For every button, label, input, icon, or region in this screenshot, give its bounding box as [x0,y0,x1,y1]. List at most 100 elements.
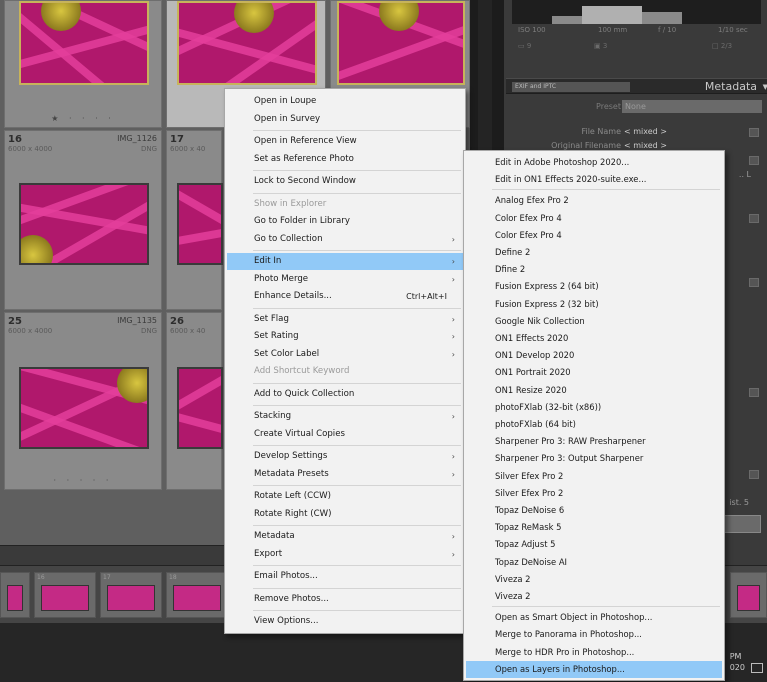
histogram[interactable] [512,0,761,24]
photo-thumbnail[interactable] [337,1,465,85]
field-action-icon[interactable] [749,388,759,397]
cell-header: 26 6000 x 40 [167,313,221,339]
submenu-item-topaz-denoise-ai[interactable]: Topaz DeNoise AI [466,554,722,571]
submenu-item-fusion-express-2-64-bit[interactable]: Fusion Express 2 (64 bit) [466,278,722,295]
menu-item-add-to-quick-collection[interactable]: Add to Quick Collection [227,386,463,403]
submenu-item-photofxlab-64-bit[interactable]: photoFXlab (64 bit) [466,416,722,433]
submenu-item-fusion-express-2-32-bit[interactable]: Fusion Express 2 (32 bit) [466,296,722,313]
star-rating[interactable]: ★ · · · · [5,114,161,123]
field-action-icon[interactable] [749,470,759,479]
menu-item-label: Open in Survey [254,113,321,124]
submenu-item-edit-in-adobe-photoshop-2020[interactable]: Edit in Adobe Photoshop 2020... [466,154,722,171]
menu-item-view-options[interactable]: View Options... [227,613,463,630]
submenu-item-define-2[interactable]: Define 2 [466,244,722,261]
filmstrip-thumb[interactable] [730,572,767,618]
filmstrip-thumb[interactable]: 17 [100,572,162,618]
menu-item-go-to-folder-in-library[interactable]: Go to Folder in Library [227,213,463,230]
menu-item-lock-to-second-window[interactable]: Lock to Second Window [227,173,463,190]
menu-item-export[interactable]: Export › [227,546,463,563]
menu-separator [253,307,461,309]
submenu-arrow-icon: › [451,234,455,244]
submenu-item-sharpener-pro-3-raw-presharpener[interactable]: Sharpener Pro 3: RAW Presharpener [466,433,722,450]
photo-thumbnail[interactable] [177,1,317,85]
notification-icon[interactable] [751,663,763,673]
menu-separator [253,525,461,526]
submenu-item-edit-in-on1-effects-2020-suite-exe[interactable]: Edit in ON1 Effects 2020-suite.exe... [466,171,722,188]
field-action-icon[interactable] [749,278,759,287]
filmstrip-thumb[interactable] [0,572,30,618]
grid-cell[interactable]: ★ · · · · [4,0,162,128]
menu-item-metadata-presets[interactable]: Metadata Presets › [227,466,463,483]
submenu-item-on1-resize-2020[interactable]: ON1 Resize 2020 [466,382,722,399]
metadata-panel-header[interactable]: EXIF and IPTC Metadata ▼ [506,78,767,94]
menu-item-rotate-left-ccw[interactable]: Rotate Left (CCW) [227,488,463,505]
menu-item-develop-settings[interactable]: Develop Settings › [227,448,463,465]
menu-item-create-virtual-copies[interactable]: Create Virtual Copies [227,426,463,443]
submenu-item-color-efex-pro-4[interactable]: Color Efex Pro 4 [466,210,722,227]
submenu-arrow-icon: › [451,274,455,284]
submenu-item-dfine-2[interactable]: Dfine 2 [466,261,722,278]
submenu-item-topaz-remask-5[interactable]: Topaz ReMask 5 [466,519,722,536]
menu-item-edit-in[interactable]: Edit In › [227,253,463,270]
taskbar-clock[interactable]: PM 020 [730,651,745,673]
menu-item-rotate-right-cw[interactable]: Rotate Right (CW) [227,506,463,523]
menu-item-email-photos[interactable]: Email Photos... [227,568,463,585]
menu-item-enhance-details[interactable]: Enhance Details... Ctrl+Alt+I [227,288,463,305]
submenu-item-viveza-2[interactable]: Viveza 2 [466,571,722,588]
menu-item-photo-merge[interactable]: Photo Merge › [227,271,463,288]
menu-item-set-rating[interactable]: Set Rating › [227,328,463,345]
photo-thumbnail[interactable] [19,1,149,85]
field-action-icon[interactable] [749,128,759,137]
menu-item-remove-photos[interactable]: Remove Photos... [227,591,463,608]
cell-filetype: DNG [140,145,157,153]
preset-select[interactable]: None [622,100,762,113]
star-rating[interactable]: · · · · · [5,476,161,485]
metadata-set-select[interactable]: EXIF and IPTC [512,82,630,92]
menu-item-label: Rotate Left (CCW) [254,491,331,501]
submenu-item-on1-effects-2020[interactable]: ON1 Effects 2020 [466,330,722,347]
menu-item-set-color-label[interactable]: Set Color Label › [227,346,463,363]
submenu-item-on1-develop-2020[interactable]: ON1 Develop 2020 [466,347,722,364]
menu-separator [253,192,461,194]
menu-item-label: Photo Merge [254,273,309,284]
submenu-item-analog-efex-pro-2[interactable]: Analog Efex Pro 2 [466,192,722,209]
submenu-item-merge-to-hdr-pro-in-photoshop[interactable]: Merge to HDR Pro in Photoshop... [466,644,722,661]
submenu-item-silver-efex-pro-2[interactable]: Silver Efex Pro 2 [466,468,722,485]
grid-cell[interactable]: 25 6000 x 4000 IMG_1135 DNG · · · · · [4,312,162,490]
submenu-item-silver-efex-pro-2[interactable]: Silver Efex Pro 2 [466,485,722,502]
menu-item-set-as-reference-photo[interactable]: Set as Reference Photo [227,151,463,168]
submenu-item-viveza-2[interactable]: Viveza 2 [466,588,722,605]
submenu-item-topaz-adjust-5[interactable]: Topaz Adjust 5 [466,536,722,553]
filmstrip-thumb[interactable]: 18 [166,572,228,618]
photo-thumbnail[interactable] [19,367,149,449]
photo-thumbnail[interactable] [177,183,223,265]
submenu-item-google-nik-collection[interactable]: Google Nik Collection [466,313,722,330]
submenu-item-on1-portrait-2020[interactable]: ON1 Portrait 2020 [466,364,722,381]
submenu-item-color-efex-pro-4[interactable]: Color Efex Pro 4 [466,227,722,244]
field-action-icon[interactable] [749,214,759,223]
collapse-triangle-icon[interactable]: ▼ [763,83,767,91]
menu-item-open-in-survey[interactable]: Open in Survey [227,111,463,128]
grid-cell[interactable]: 16 6000 x 4000 IMG_1126 DNG [4,130,162,310]
menu-item-go-to-collection[interactable]: Go to Collection › [227,231,463,248]
field-action-icon[interactable] [749,156,759,165]
menu-item-metadata[interactable]: Metadata › [227,528,463,545]
submenu-item-photofxlab-32-bit-x86[interactable]: photoFXlab (32-bit (x86)) [466,399,722,416]
cell-header: 17 6000 x 40 [167,131,221,157]
submenu-item-open-as-layers-in-photoshop[interactable]: Open as Layers in Photoshop... [466,660,722,678]
menu-item-open-in-loupe[interactable]: Open in Loupe [227,93,463,110]
submenu-item-merge-to-panorama-in-photoshop[interactable]: Merge to Panorama in Photoshop... [466,626,722,643]
grid-cell[interactable]: 17 6000 x 40 [166,130,223,310]
submenu-item-label: Color Efex Pro 4 [495,229,562,240]
menu-item-stacking[interactable]: Stacking › [227,408,463,425]
photo-thumbnail[interactable] [19,183,149,265]
menu-item-label: Open in Loupe [254,96,317,106]
photo-thumbnail[interactable] [177,367,223,449]
submenu-item-sharpener-pro-3-output-sharpener[interactable]: Sharpener Pro 3: Output Sharpener [466,450,722,467]
menu-item-set-flag[interactable]: Set Flag › [227,311,463,328]
submenu-item-topaz-denoise-6[interactable]: Topaz DeNoise 6 [466,502,722,519]
filmstrip-thumb[interactable]: 16 [34,572,96,618]
menu-item-open-in-reference-view[interactable]: Open in Reference View [227,133,463,150]
grid-cell[interactable]: 26 6000 x 40 [166,312,223,490]
submenu-item-open-as-smart-object-in-photoshop[interactable]: Open as Smart Object in Photoshop... [466,609,722,626]
